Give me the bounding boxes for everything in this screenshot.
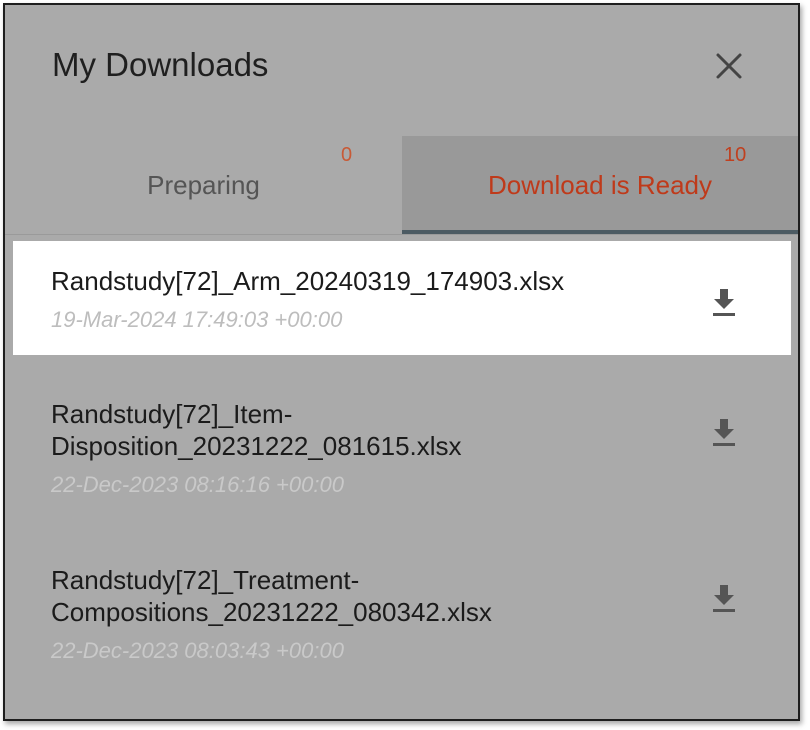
- file-name-line: Randstudy[72]_Treatment-: [51, 565, 360, 595]
- tab-bar: 0 Preparing 10 Download is Ready: [5, 136, 798, 235]
- downloads-panel: My Downloads 0 Preparing 10 Download is …: [3, 3, 800, 721]
- download-item[interactable]: Randstudy[72]_Arm_20240319_174903.xlsx 1…: [13, 241, 791, 355]
- tab-preparing[interactable]: 0 Preparing: [5, 136, 402, 234]
- file-name-line: Randstudy[72]_Item-: [51, 399, 293, 429]
- file-timestamp: 19-Mar-2024 17:49:03 +00:00: [51, 307, 343, 332]
- panel-title: My Downloads: [52, 46, 269, 83]
- file-timestamp: 22-Dec-2023 08:03:43 +00:00: [51, 638, 344, 663]
- file-name: Randstudy[72]_Arm_20240319_174903.xlsx: [51, 266, 565, 296]
- close-button[interactable]: [709, 46, 749, 86]
- tab-label: Download is Ready: [487, 170, 712, 200]
- file-name-line: Disposition_20231222_081615.xlsx: [51, 431, 462, 461]
- download-button[interactable]: [710, 583, 738, 613]
- download-item[interactable]: Randstudy[72]_Item- Disposition_20231222…: [13, 390, 791, 510]
- tab-count-badge: 0: [341, 144, 353, 166]
- download-icon: [713, 419, 735, 446]
- tab-label: Preparing: [147, 170, 260, 200]
- file-name-line: Compositions_20231222_080342.xlsx: [51, 597, 492, 627]
- download-icon: [713, 585, 735, 612]
- file-timestamp: 22-Dec-2023 08:16:16 +00:00: [51, 472, 344, 497]
- close-icon: [716, 53, 742, 79]
- download-button[interactable]: [710, 287, 738, 317]
- tab-count-badge: 10: [724, 144, 747, 166]
- download-icon: [713, 289, 735, 316]
- download-item[interactable]: Randstudy[72]_Treatment- Compositions_20…: [13, 556, 791, 676]
- tab-download-ready[interactable]: 10 Download is Ready: [402, 136, 798, 234]
- download-button[interactable]: [710, 417, 738, 447]
